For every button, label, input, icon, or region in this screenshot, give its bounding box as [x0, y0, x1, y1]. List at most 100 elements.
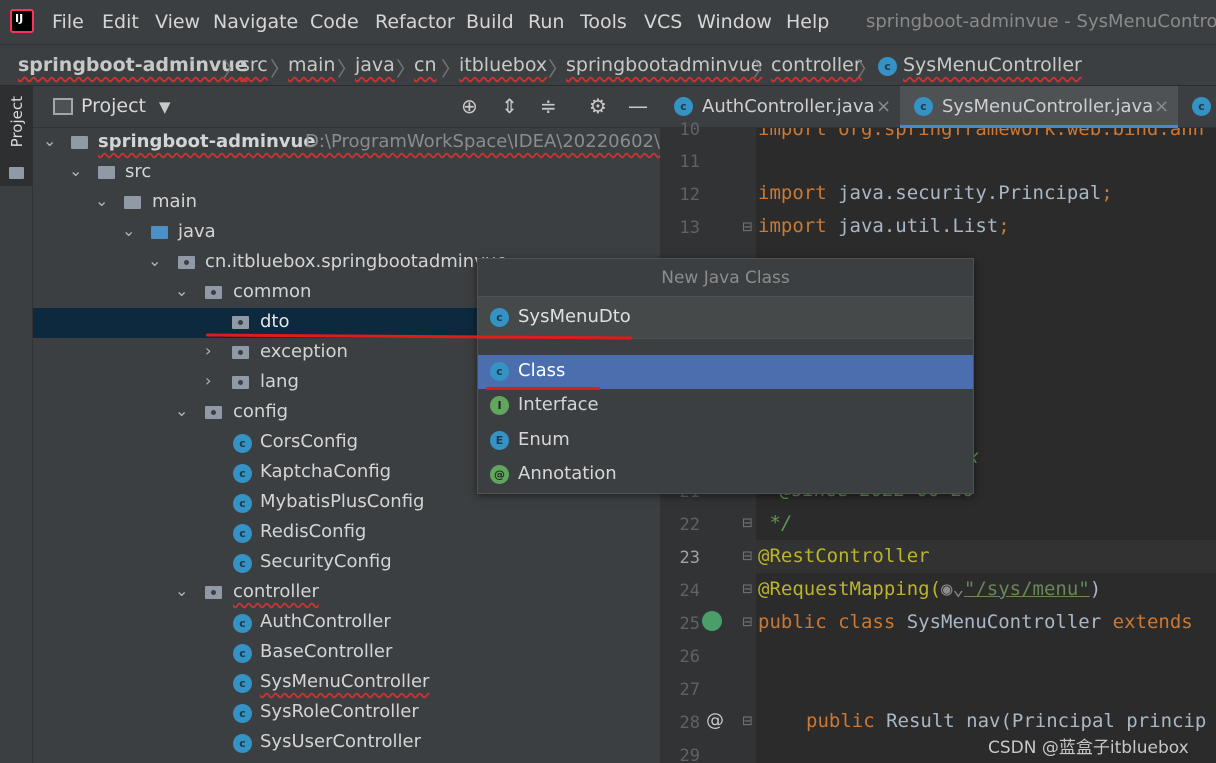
line-number: 13: [679, 218, 700, 238]
chevron-down-icon[interactable]: ⌄: [175, 281, 188, 300]
line-number: 28: [679, 713, 700, 733]
chevron-down-icon[interactable]: ⌄: [95, 191, 108, 210]
fold-icon[interactable]: ⊟: [742, 549, 753, 564]
code-annotation: @RestController: [758, 545, 930, 567]
menu-code[interactable]: Code: [310, 11, 359, 33]
crumb-itbluebox[interactable]: itbluebox: [459, 54, 547, 76]
fold-icon[interactable]: ⊟: [742, 582, 753, 597]
tree-label: common: [233, 281, 312, 302]
fold-icon[interactable]: ⊟: [742, 516, 753, 531]
tree-root-path: D:\ProgramWorkSpace\IDEA\20220602\s: [305, 131, 670, 152]
code-line-25: public class SysMenuController extends: [758, 611, 1193, 633]
menu-build[interactable]: Build: [466, 11, 514, 33]
tree-item-root[interactable]: ⌄ springboot-adminvue D:\ProgramWorkSpac…: [33, 128, 669, 158]
line-number: 26: [679, 647, 700, 667]
crumb-sep: 〉: [270, 57, 290, 81]
class-name-input[interactable]: c SysMenuDto: [478, 297, 973, 339]
code-line-24: @RequestMapping(◉⌄"/sys/menu"): [758, 578, 1101, 600]
expand-all-icon[interactable]: ⇕: [501, 94, 518, 118]
line-number: 27: [679, 680, 700, 700]
chevron-down-icon[interactable]: ⌄: [148, 251, 161, 270]
menu-edit[interactable]: Edit: [102, 11, 139, 33]
menu-tools[interactable]: Tools: [580, 11, 627, 33]
at-icon[interactable]: @: [706, 710, 724, 731]
folder-icon: [9, 167, 24, 179]
tree-item-class[interactable]: c SecurityConfig: [33, 548, 660, 578]
menu-window[interactable]: Window: [697, 11, 772, 33]
fold-icon[interactable]: ⊟: [742, 615, 753, 630]
chevron-right-icon[interactable]: ›: [205, 341, 211, 360]
tree-item-class[interactable]: c SysUserController: [33, 728, 660, 758]
project-stripe-label[interactable]: Project: [8, 96, 26, 147]
menu-bar: IJ File Edit View Navigate Code Refactor…: [0, 0, 1216, 44]
fold-icon[interactable]: ⊟: [742, 714, 753, 729]
chevron-down-icon[interactable]: ⌄: [175, 401, 188, 420]
red-underline-annotation: [486, 387, 600, 390]
class-icon[interactable]: c: [1192, 97, 1211, 116]
menu-refactor[interactable]: Refactor: [375, 11, 455, 33]
tree-label: dto: [260, 311, 290, 332]
tree-root-label: springboot-adminvue: [98, 131, 316, 152]
crumb-src[interactable]: src: [240, 54, 268, 76]
class-icon: c: [914, 97, 933, 116]
tree-item-class[interactable]: c SysRoleController: [33, 698, 660, 728]
project-panel-title[interactable]: Project: [81, 95, 146, 117]
tree-item-java[interactable]: ⌄ java: [33, 218, 660, 248]
spring-bean-icon[interactable]: [702, 611, 722, 631]
option-class[interactable]: c Class: [478, 355, 973, 389]
line-number: 12: [679, 185, 700, 205]
collapse-all-icon[interactable]: ≑: [540, 94, 557, 118]
menu-view[interactable]: View: [155, 11, 200, 33]
tree-item-class[interactable]: c SysMenuController: [33, 668, 660, 698]
crumb-project[interactable]: springboot-adminvue: [18, 54, 248, 76]
tree-label: exception: [260, 341, 348, 362]
package-icon: [205, 586, 222, 599]
close-icon[interactable]: ×: [1154, 96, 1169, 117]
menu-navigate[interactable]: Navigate: [213, 11, 298, 33]
option-annotation[interactable]: @ Annotation: [478, 458, 973, 492]
chevron-right-icon[interactable]: ›: [205, 371, 211, 390]
tree-item-main[interactable]: ⌄ main: [33, 188, 660, 218]
gear-icon[interactable]: ⚙: [589, 94, 607, 118]
line-number: 29: [679, 746, 700, 763]
hide-icon[interactable]: —: [628, 94, 648, 118]
crumb-springbootadminvue[interactable]: springbootadminvue: [566, 54, 762, 76]
option-enum[interactable]: E Enum: [478, 424, 973, 458]
folder-icon: [98, 166, 115, 179]
tree-item-class[interactable]: c AuthController: [33, 608, 660, 638]
crumb-cn[interactable]: cn: [414, 54, 437, 76]
crumb-java[interactable]: java: [355, 54, 395, 76]
crumb-controller[interactable]: controller: [771, 54, 862, 76]
locate-icon[interactable]: ⊕: [461, 94, 478, 118]
close-icon[interactable]: ×: [876, 96, 891, 117]
package-icon: [205, 286, 222, 299]
menu-vcs[interactable]: VCS: [644, 11, 682, 33]
tab-sysmenucontroller[interactable]: c SysMenuController.java ×: [900, 86, 1178, 128]
project-view-icon: [53, 98, 73, 115]
option-interface[interactable]: I Interface: [478, 389, 973, 423]
class-icon: c: [233, 524, 252, 543]
menu-help[interactable]: Help: [786, 11, 829, 33]
package-icon: [232, 376, 249, 389]
fold-icon[interactable]: ⊟: [742, 220, 753, 235]
menu-file[interactable]: File: [52, 11, 84, 33]
chevron-down-icon[interactable]: ⌄: [175, 581, 188, 600]
chevron-down-icon[interactable]: ⌄: [69, 161, 82, 180]
tree-item-class[interactable]: c BaseController: [33, 638, 660, 668]
tree-item-class[interactable]: c RedisConfig: [33, 518, 660, 548]
editor-tabs: c AuthController.java × c SysMenuControl…: [660, 86, 1216, 128]
menu-run[interactable]: Run: [528, 11, 564, 33]
tree-item-controller[interactable]: ⌄ controller: [33, 578, 660, 608]
crumb-class[interactable]: SysMenuController: [903, 54, 1082, 76]
chevron-down-icon[interactable]: ▼: [159, 98, 171, 116]
tree-label: cn.itbluebox.springbootadminvue: [205, 251, 508, 272]
tree-item-src[interactable]: ⌄ src: [33, 158, 660, 188]
chevron-down-icon[interactable]: ⌄: [122, 221, 135, 240]
crumb-main[interactable]: main: [288, 54, 335, 76]
chevron-down-icon[interactable]: ⌄: [43, 131, 56, 150]
class-icon: c: [674, 97, 693, 116]
line-number: 10: [679, 120, 700, 140]
code-text: java.security.Principal: [826, 182, 1102, 204]
code-text: Result nav(Principal princip: [874, 710, 1207, 732]
tree-label: RedisConfig: [260, 521, 367, 542]
